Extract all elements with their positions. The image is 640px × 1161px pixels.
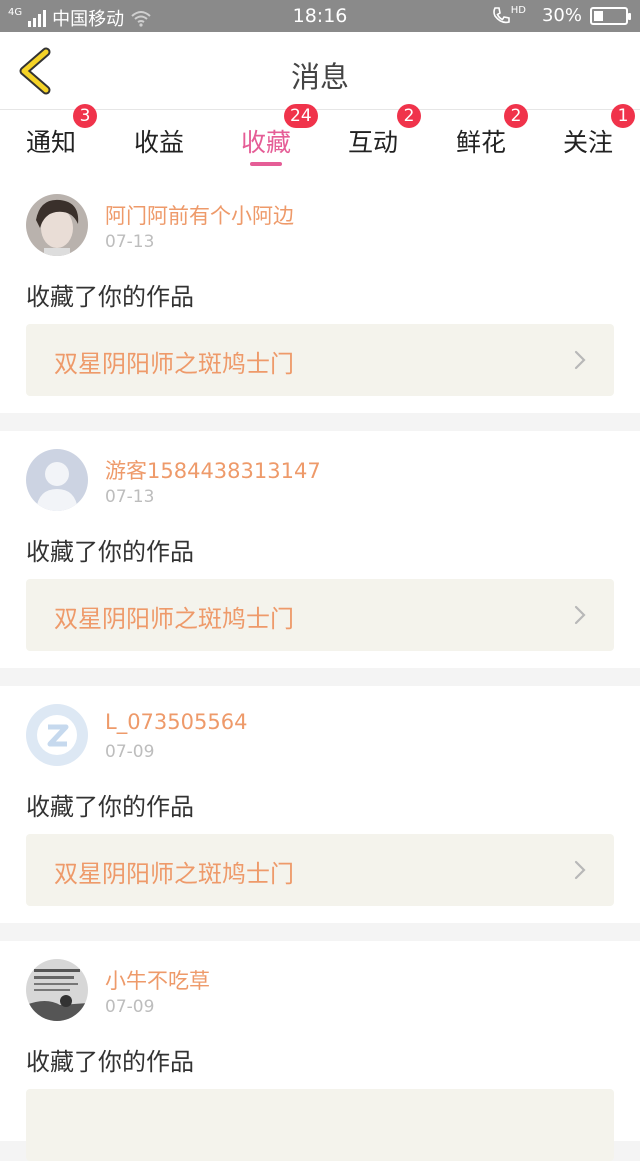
date: 07-09: [105, 997, 155, 1017]
tab-badge: 1: [611, 104, 635, 128]
tab-label: 通知: [25, 128, 76, 157]
user-name[interactable]: 小牛不吃草: [105, 965, 210, 995]
user-name[interactable]: L_073505564: [105, 710, 247, 734]
list-item: 游客1584438313147 07-13 收藏了你的作品 双星阴阳师之斑鸠士门: [0, 431, 640, 668]
status-bar: 4G 中国移动 18:16 HD 30%: [0, 0, 640, 32]
work-title: 双星阴阳师之斑鸠士门: [54, 860, 294, 888]
favorites-feed: 阿门阿前有个小阿边 07-13 收藏了你的作品 双星阴阳师之斑鸠士门 游客158…: [0, 176, 640, 1161]
action-text: 收藏了你的作品: [26, 1048, 194, 1076]
list-item: L_073505564 07-09 收藏了你的作品 双星阴阳师之斑鸠士门: [0, 686, 640, 923]
work-title: 双星阴阳师之斑鸠士门: [54, 605, 294, 633]
tab-flowers[interactable]: 鲜花 2: [431, 104, 531, 176]
avatar[interactable]: [26, 704, 88, 766]
chevron-right-icon: [574, 350, 586, 370]
work-link[interactable]: 双星阴阳师之斑鸠士门: [26, 579, 614, 651]
tab-badge: 2: [397, 104, 421, 128]
battery-fill: [594, 10, 603, 21]
work-link[interactable]: 双星阴阳师之斑鸠士门: [26, 324, 614, 396]
tab-label: 收藏: [240, 128, 291, 157]
work-title: 双星阴阳师之斑鸠士门: [54, 350, 294, 378]
hd-label: HD: [510, 5, 526, 16]
phone-hd-icon: [492, 6, 510, 23]
date: 07-13: [105, 487, 155, 507]
chevron-right-icon: [574, 860, 586, 880]
active-tab-indicator: [250, 162, 282, 166]
tab-notifications[interactable]: 通知 3: [1, 104, 101, 176]
tab-label: 关注: [562, 128, 613, 157]
avatar[interactable]: [26, 959, 88, 1021]
date: 07-13: [105, 232, 155, 252]
user-name[interactable]: 游客1584438313147: [105, 455, 321, 485]
tab-badge: 2: [504, 104, 528, 128]
nav-bar: 消息: [0, 32, 640, 110]
tab-label: 互动: [347, 128, 398, 157]
tab-badge: 24: [284, 104, 318, 128]
page-title: 消息: [290, 60, 349, 94]
tab-follows[interactable]: 关注 1: [538, 104, 638, 176]
tab-bar: 通知 3 收益 收藏 24 互动 2 鲜花 2 关注 1: [0, 104, 640, 176]
tab-badge: 3: [73, 104, 97, 128]
list-item: 小牛不吃草 07-09 收藏了你的作品: [0, 941, 640, 1161]
tab-label: 鲜花: [455, 128, 506, 157]
avatar[interactable]: [26, 449, 88, 511]
action-text: 收藏了你的作品: [26, 793, 194, 821]
list-item: 阿门阿前有个小阿边 07-13 收藏了你的作品 双星阴阳师之斑鸠士门: [0, 176, 640, 413]
battery-icon: [590, 6, 631, 25]
action-text: 收藏了你的作品: [26, 538, 194, 566]
work-link[interactable]: 双星阴阳师之斑鸠士门: [26, 834, 614, 906]
avatar[interactable]: [26, 194, 88, 256]
tab-favorites[interactable]: 收藏 24: [216, 104, 318, 176]
date: 07-09: [105, 742, 155, 762]
chevron-right-icon: [574, 605, 586, 625]
tab-interactions[interactable]: 互动 2: [323, 104, 423, 176]
action-text: 收藏了你的作品: [26, 283, 194, 311]
battery-percent: 30%: [541, 5, 582, 26]
work-link[interactable]: [26, 1089, 614, 1161]
user-name[interactable]: 阿门阿前有个小阿边: [105, 200, 294, 230]
tab-label: 收益: [133, 128, 184, 157]
tab-earnings[interactable]: 收益: [109, 110, 209, 176]
